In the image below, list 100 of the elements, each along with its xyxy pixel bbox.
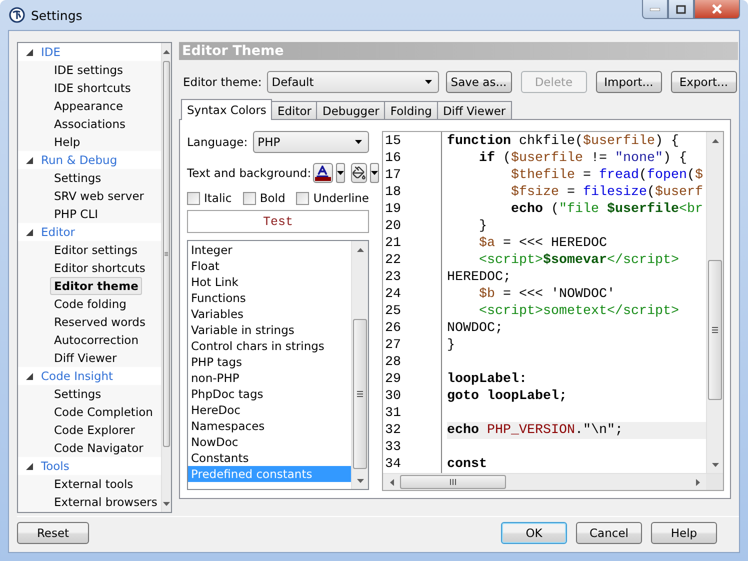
- checkbox[interactable]: [242, 192, 256, 204]
- list-item[interactable]: Float: [188, 258, 351, 274]
- code-line: }: [447, 337, 456, 354]
- scroll-up-icon[interactable]: [356, 248, 364, 252]
- tree-item[interactable]: Code Explorer: [50, 421, 139, 439]
- line-number: 31: [384, 405, 402, 422]
- list-item[interactable]: Variable in strings: [188, 322, 351, 338]
- text-color-button[interactable]: [313, 163, 334, 183]
- tab[interactable]: Folding: [384, 101, 438, 119]
- scroll-down-icon[interactable]: [712, 462, 718, 466]
- checkbox[interactable]: [296, 192, 310, 204]
- dropdown-button[interactable]: [370, 163, 380, 183]
- tree-item[interactable]: Editor theme: [50, 277, 142, 295]
- tab[interactable]: Debugger: [316, 101, 386, 119]
- code-editor[interactable]: [382, 131, 724, 491]
- tree-item[interactable]: Settings: [50, 385, 106, 403]
- line-number: 16: [384, 150, 402, 167]
- tree-item[interactable]: External browsers: [50, 493, 162, 511]
- scroll-left-icon[interactable]: [390, 478, 394, 486]
- list-item[interactable]: Functions: [188, 290, 351, 306]
- scroll-up-icon[interactable]: [163, 50, 170, 54]
- code-line: NOWDOC;: [447, 320, 504, 337]
- line-number: 22: [384, 252, 402, 269]
- list-item[interactable]: Hot Link: [188, 274, 351, 290]
- scroll-down-icon[interactable]: [163, 502, 170, 506]
- scroll-up-icon[interactable]: [712, 138, 718, 142]
- expanded-triangle-icon[interactable]: [26, 48, 33, 56]
- field-label: Language:: [187, 135, 248, 149]
- background-color-button[interactable]: [351, 163, 368, 183]
- dialog-button[interactable]: OK: [501, 522, 567, 544]
- expanded-triangle-icon[interactable]: [26, 372, 33, 380]
- tree-item[interactable]: Appearance: [50, 97, 128, 115]
- tree-item[interactable]: Diff Viewer: [50, 349, 121, 367]
- tree-item[interactable]: Autocorrection: [50, 331, 142, 349]
- code-line: if ($userfile != "none") {: [478, 150, 688, 167]
- tree-item[interactable]: Code Completion: [50, 403, 157, 421]
- code-line: $a = <<< HEREDOC: [478, 235, 608, 252]
- theme-button[interactable]: Export...: [670, 71, 737, 93]
- line-number: 17: [384, 167, 402, 184]
- list-item[interactable]: Control chars in strings: [188, 338, 351, 354]
- tree-item[interactable]: Settings: [50, 169, 106, 187]
- tree-item[interactable]: Reserved words: [50, 313, 150, 331]
- expanded-triangle-icon[interactable]: [26, 156, 33, 164]
- tab[interactable]: Editor: [271, 101, 318, 119]
- tree-item[interactable]: Help: [50, 133, 84, 151]
- tree-item[interactable]: Code Navigator: [50, 439, 148, 457]
- tab[interactable]: Diff Viewer: [436, 101, 512, 119]
- tab[interactable]: Syntax Colors: [181, 99, 272, 120]
- tree-item[interactable]: External tools: [50, 475, 138, 493]
- list-item[interactable]: Constants: [188, 450, 351, 466]
- dialog-button[interactable]: Reset: [17, 522, 89, 544]
- minimize-button[interactable]: [642, 0, 668, 19]
- tree-item[interactable]: Associations: [50, 115, 130, 133]
- scroll-down-icon[interactable]: [356, 478, 364, 482]
- code-line: HEREDOC;: [447, 269, 512, 286]
- line-number: 18: [384, 184, 402, 201]
- maximize-button[interactable]: [668, 0, 694, 19]
- close-button[interactable]: [694, 0, 740, 19]
- tree-group[interactable]: Editor: [41, 225, 76, 239]
- list-item[interactable]: Variables: [188, 306, 351, 322]
- language-select[interactable]: PHP: [252, 131, 369, 153]
- list-item[interactable]: NowDoc: [188, 434, 351, 450]
- list-item[interactable]: PHP tags: [188, 354, 351, 370]
- tree-item[interactable]: Editor shortcuts: [50, 259, 150, 277]
- scroll-thumb[interactable]: [163, 61, 170, 447]
- dialog-button[interactable]: Help: [651, 522, 717, 544]
- line-number: 33: [384, 439, 402, 456]
- scroll-thumb[interactable]: [708, 260, 722, 400]
- code-line: const: [447, 456, 488, 473]
- tree-group[interactable]: IDE: [41, 45, 61, 59]
- list-item[interactable]: non-PHP: [188, 370, 351, 386]
- checkbox-label: Bold: [260, 191, 286, 205]
- tree-item[interactable]: SRV web server: [50, 187, 148, 205]
- code-line: $fsize = filesize($userf: [510, 184, 704, 201]
- tree-item[interactable]: IDE settings: [50, 61, 128, 79]
- scroll-thumb[interactable]: [400, 475, 506, 489]
- dialog-button[interactable]: Cancel: [576, 522, 642, 544]
- checkbox[interactable]: [187, 192, 200, 204]
- tree-item[interactable]: PHP CLI: [50, 205, 102, 223]
- code-line: $thefile = fread(fopen($: [510, 167, 704, 184]
- tree-item[interactable]: Code folding: [50, 295, 130, 313]
- scroll-thumb[interactable]: [353, 319, 367, 469]
- code-line: }: [478, 218, 488, 235]
- line-number: 34: [384, 456, 402, 473]
- list-item[interactable]: PhpDoc tags: [188, 386, 351, 402]
- expanded-triangle-icon[interactable]: [26, 462, 33, 470]
- list-item[interactable]: Integer: [188, 242, 351, 258]
- code-line: function chkfile($userfile) {: [447, 133, 680, 150]
- maximize-icon: [676, 4, 686, 14]
- tree-group[interactable]: Tools: [41, 459, 70, 473]
- list-item[interactable]: Namespaces: [188, 418, 351, 434]
- list-item[interactable]: HereDoc: [188, 402, 351, 418]
- expanded-triangle-icon[interactable]: [26, 228, 33, 236]
- dropdown-button[interactable]: [336, 163, 346, 183]
- tree-item[interactable]: Editor settings: [50, 241, 142, 259]
- scroll-right-icon[interactable]: [696, 478, 700, 486]
- theme-button[interactable]: Import...: [596, 71, 662, 93]
- theme-select[interactable]: Default: [266, 71, 439, 93]
- tree-item[interactable]: IDE shortcuts: [50, 79, 135, 97]
- theme-button[interactable]: Save as...: [446, 71, 512, 93]
